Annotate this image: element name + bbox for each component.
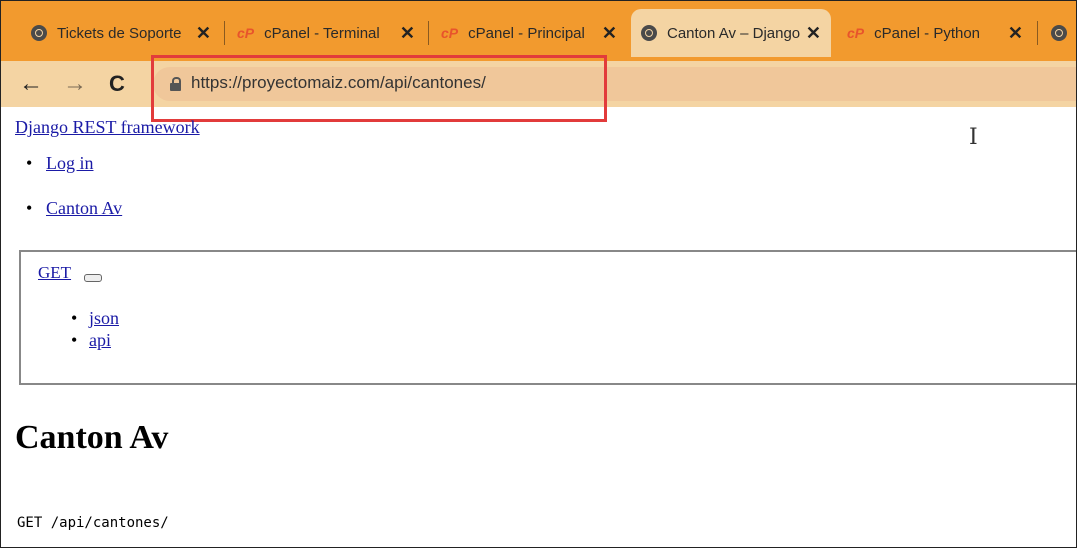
tab-title: Tickets de Soporte [57,24,182,42]
brand-link[interactable]: Django REST framework [15,117,200,138]
api-format-link[interactable]: api [89,330,111,350]
format-list: json api [71,308,119,352]
tab-overflow[interactable] [1041,9,1076,57]
tab-separator [1037,21,1038,45]
nav-item-log-in: Log in [26,153,122,198]
tab-tickets-soporte[interactable]: Tickets de Soporte ✕ [21,9,221,57]
page-title: Canton Av [15,419,169,456]
close-icon[interactable]: ✕ [400,23,415,44]
nav-item-canton-av: Canton Av [26,198,122,243]
back-arrow-icon[interactable]: ← [19,69,43,99]
tab-title: cPanel - Principal [468,24,585,42]
close-icon[interactable]: ✕ [1008,23,1023,44]
close-icon[interactable]: ✕ [602,23,617,44]
json-format-link[interactable]: json [89,308,119,328]
cpanel-icon: cP [441,25,459,41]
format-item-json: json [71,308,119,330]
cpanel-icon: cP [237,25,255,41]
request-form-panel: GET json api [19,250,1076,385]
request-line: GET /api/cantones/ [17,515,169,531]
forward-arrow-icon[interactable]: → [63,69,87,99]
get-button[interactable]: GET [38,263,71,283]
tab-separator [428,21,429,45]
tab-cpanel-python[interactable]: cP cPanel - Python ✕ [837,9,1033,57]
reload-icon[interactable]: C [109,69,125,99]
tab-cpanel-principal[interactable]: cP cPanel - Principal ✕ [431,9,627,57]
tab-separator [224,21,225,45]
cpanel-icon: cP [847,25,865,41]
format-item-api: api [71,330,119,352]
log-in-link[interactable]: Log in [46,153,94,173]
dropdown-toggle-icon[interactable] [84,274,102,282]
tab-title: Canton Av – Django [667,24,800,42]
tab-canton-av-django[interactable]: Canton Av – Django ✕ [631,9,831,57]
tab-title: cPanel - Python [874,24,981,42]
globe-icon [641,25,657,41]
tab-cpanel-terminal[interactable]: cP cPanel - Terminal ✕ [227,9,425,57]
close-icon[interactable]: ✕ [196,23,211,44]
text-cursor-icon: I [969,125,978,150]
globe-icon [31,25,47,41]
canton-av-link[interactable]: Canton Av [46,198,122,218]
nav-list: Log in Canton Av [26,153,122,243]
page-content: Django REST framework Log in Canton Av G… [1,107,1076,547]
browser-window: Tickets de Soporte ✕ cP cPanel - Termina… [0,0,1077,548]
tab-title: cPanel - Terminal [264,24,380,42]
globe-icon [1051,25,1067,41]
tab-bar: Tickets de Soporte ✕ cP cPanel - Termina… [1,1,1076,61]
close-icon[interactable]: ✕ [806,23,821,44]
